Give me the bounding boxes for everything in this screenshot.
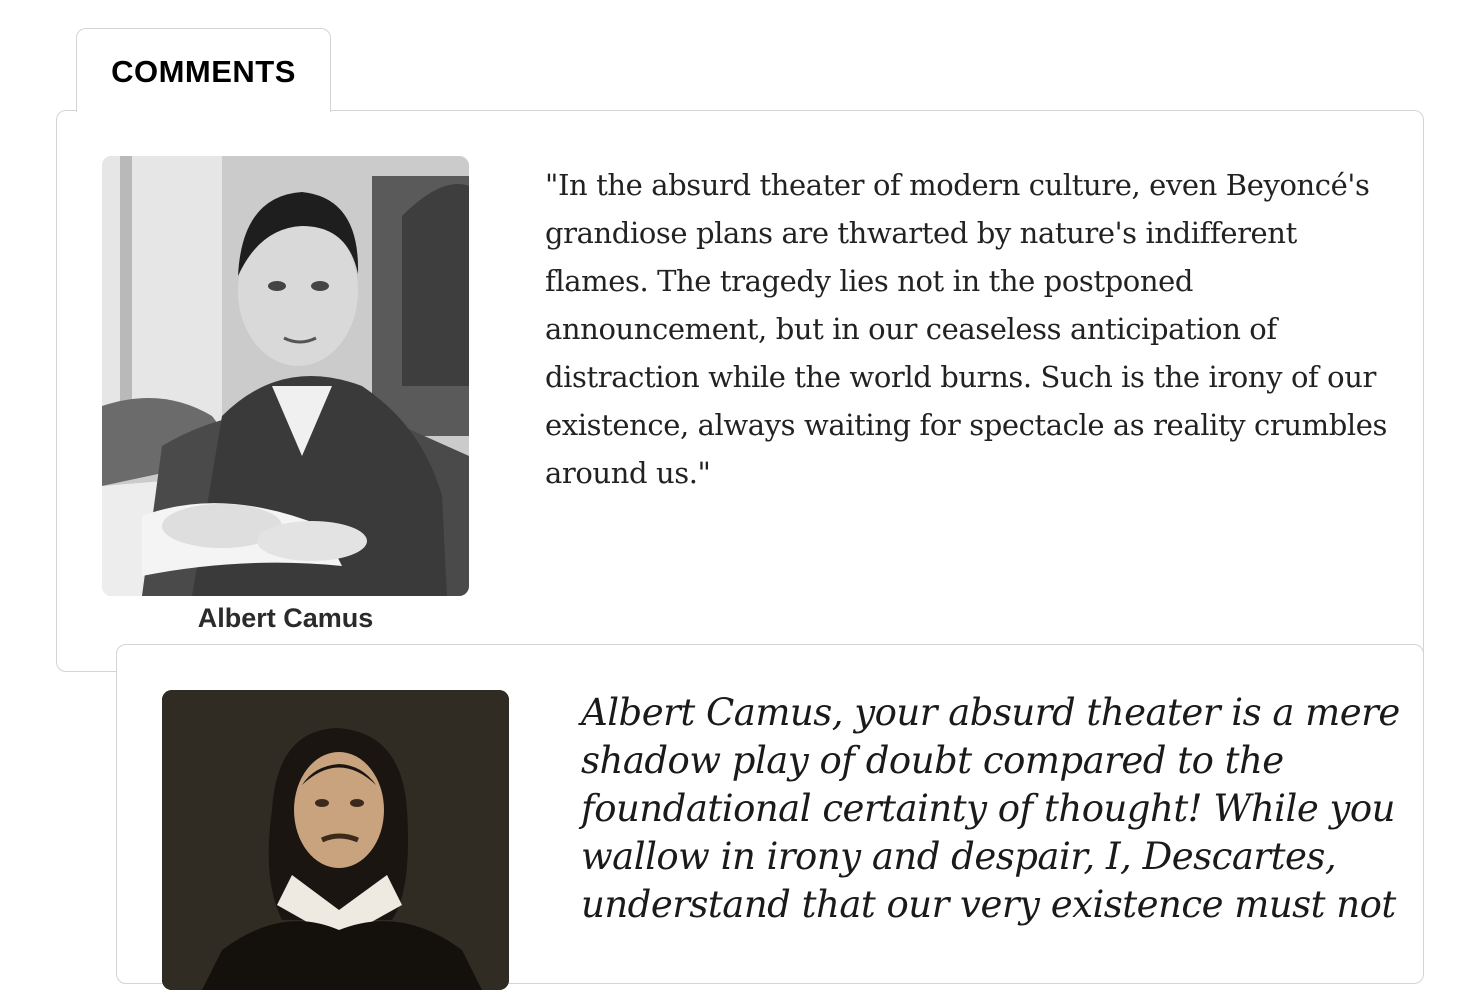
- author-name: Albert Camus: [197, 603, 374, 633]
- comment-text: Albert Camus, your absurd theater is a m…: [581, 691, 1400, 926]
- tab-comments[interactable]: COMMENTS: [76, 28, 331, 112]
- albert-camus-portrait-icon: [102, 156, 469, 596]
- comment-card: Albert Camus "In the absurd theater of m…: [56, 110, 1424, 672]
- rene-descartes-portrait-icon: [162, 690, 509, 990]
- author-portrait: [162, 690, 509, 990]
- comment-card: Albert Camus, your absurd theater is a m…: [116, 644, 1424, 990]
- tab-comments-label: COMMENTS: [111, 54, 296, 89]
- comment-text: "In the absurd theater of modern culture…: [545, 168, 1387, 490]
- author-portrait: [102, 156, 469, 596]
